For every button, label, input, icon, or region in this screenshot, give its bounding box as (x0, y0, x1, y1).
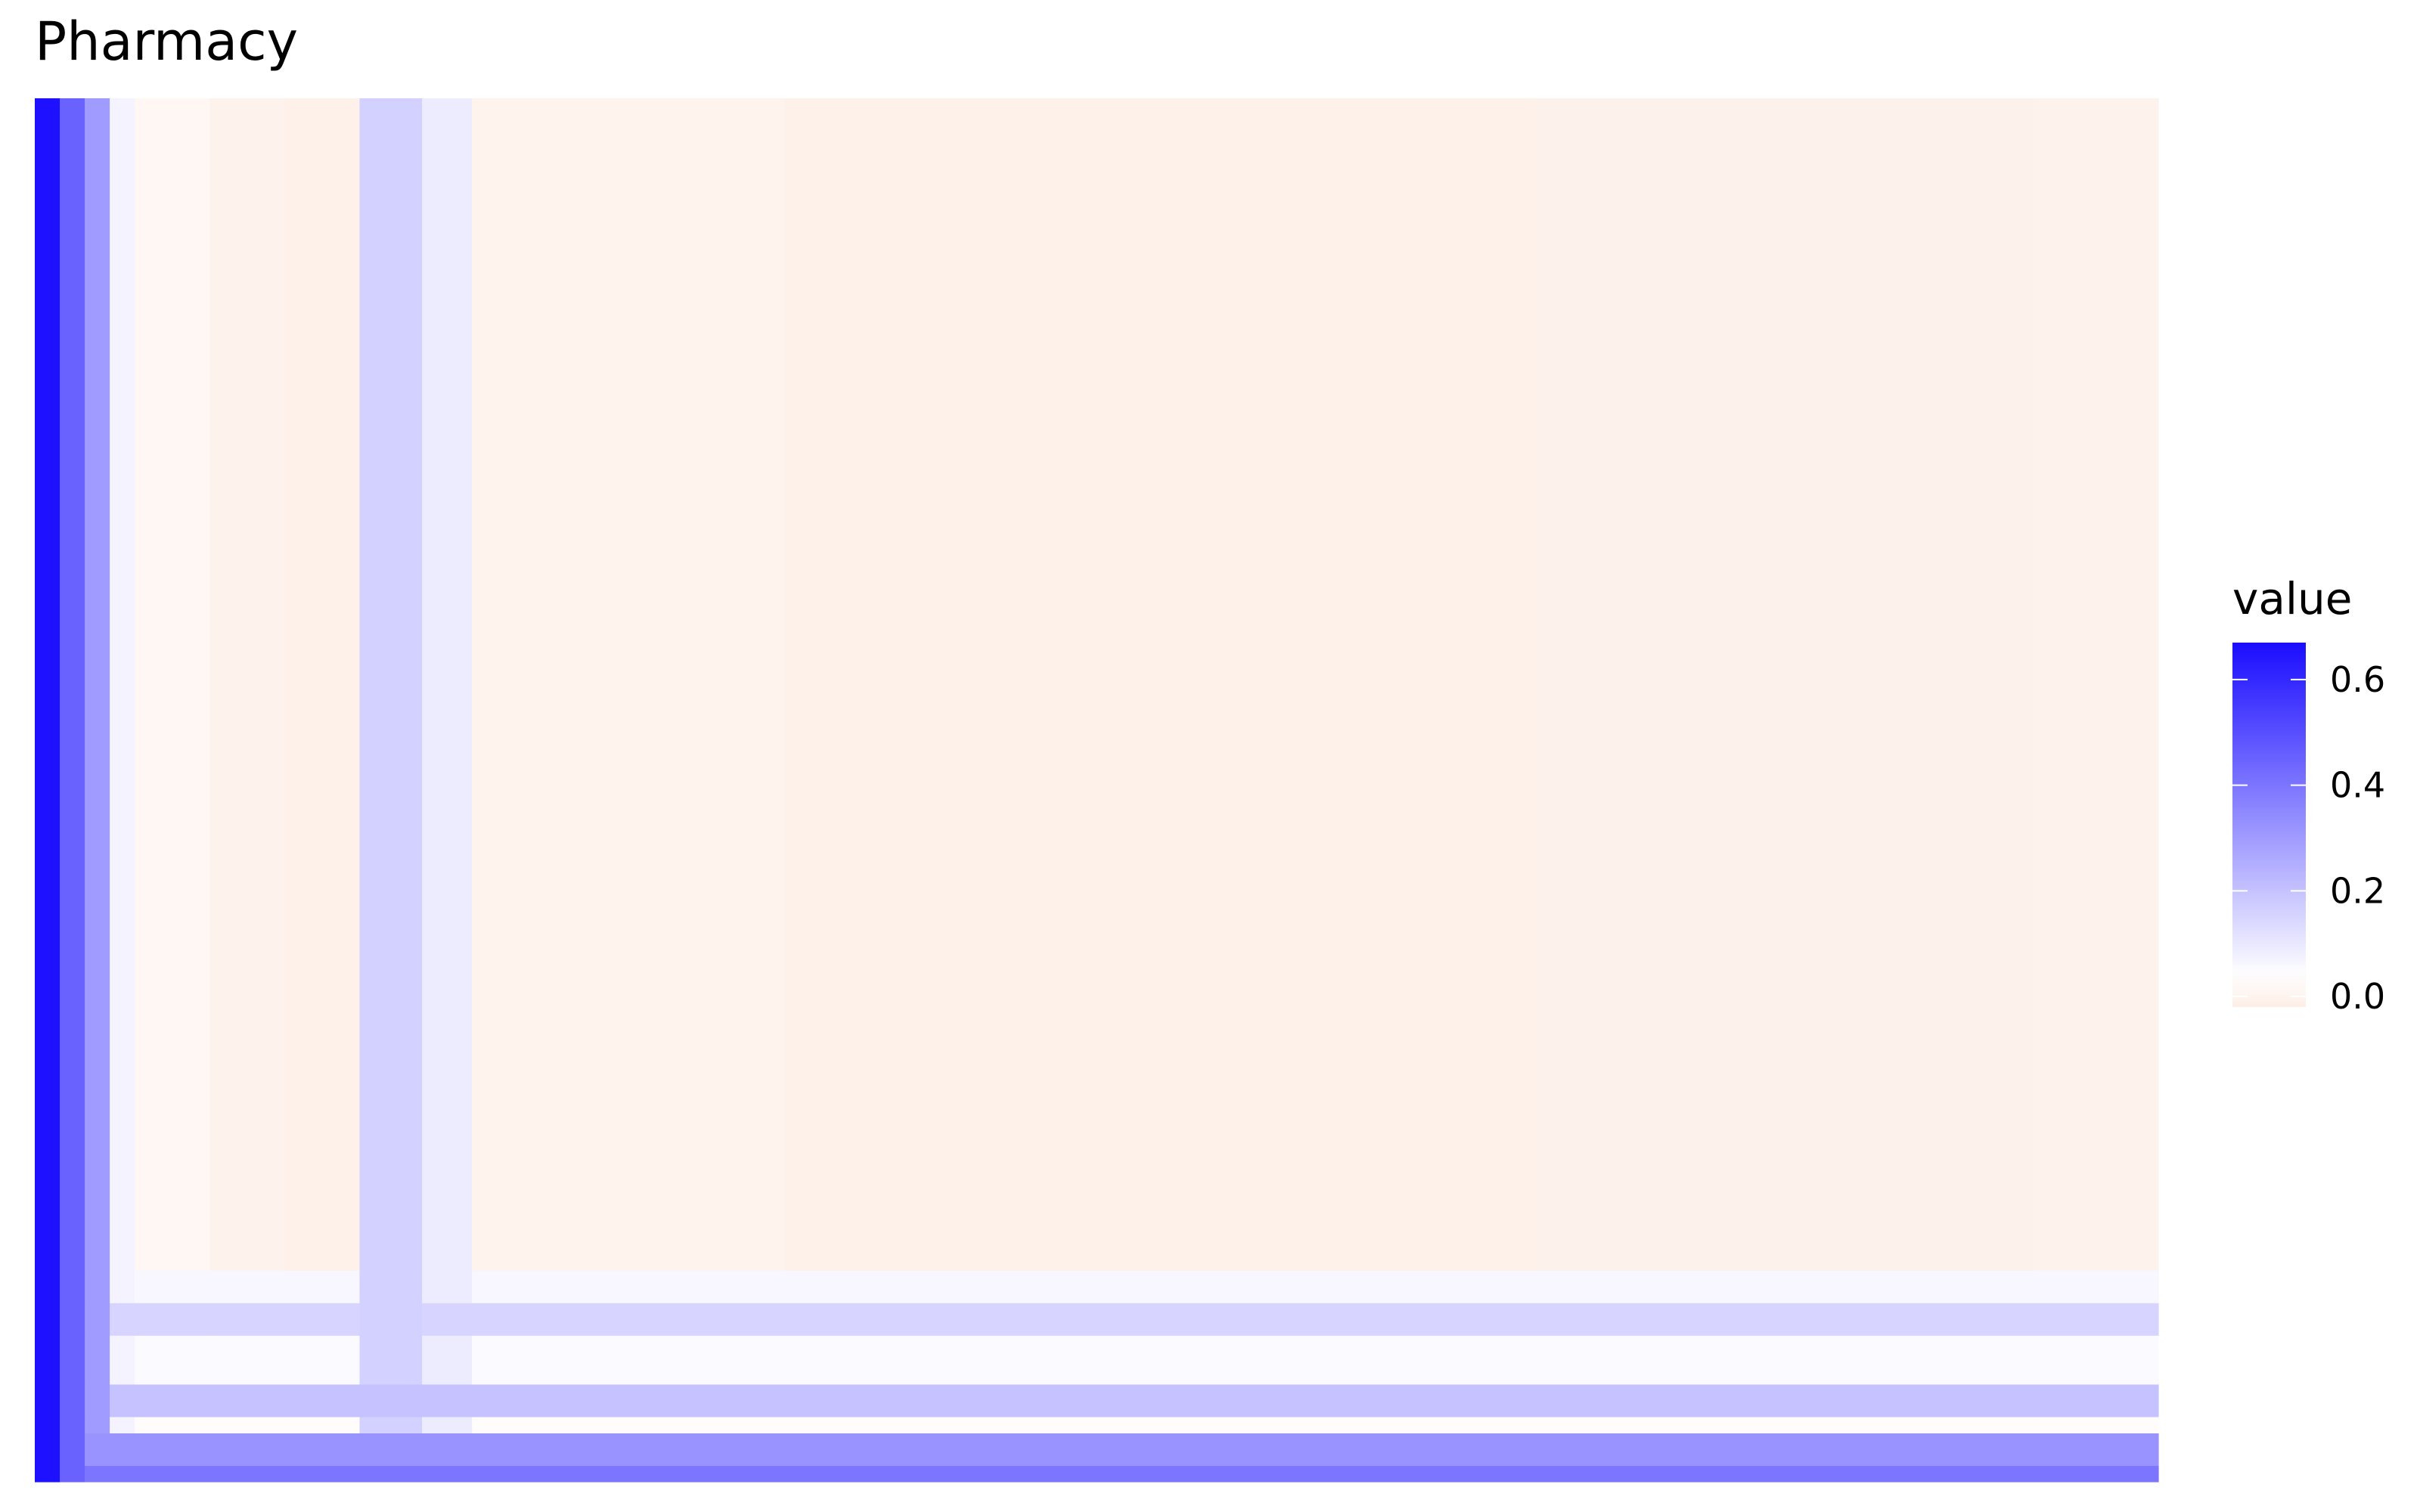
legend-colorbar (2232, 643, 2306, 1007)
legend-title: value (2232, 573, 2352, 624)
legend-tick-label: 0.0 (2330, 976, 2385, 1017)
legend-tick-label: 0.2 (2330, 870, 2385, 911)
color-legend: value 0.0 0.2 0.4 0.6 (2232, 573, 2385, 1017)
legend-tick-label: 0.6 (2330, 659, 2385, 700)
legend-tick-label: 0.4 (2330, 765, 2385, 806)
